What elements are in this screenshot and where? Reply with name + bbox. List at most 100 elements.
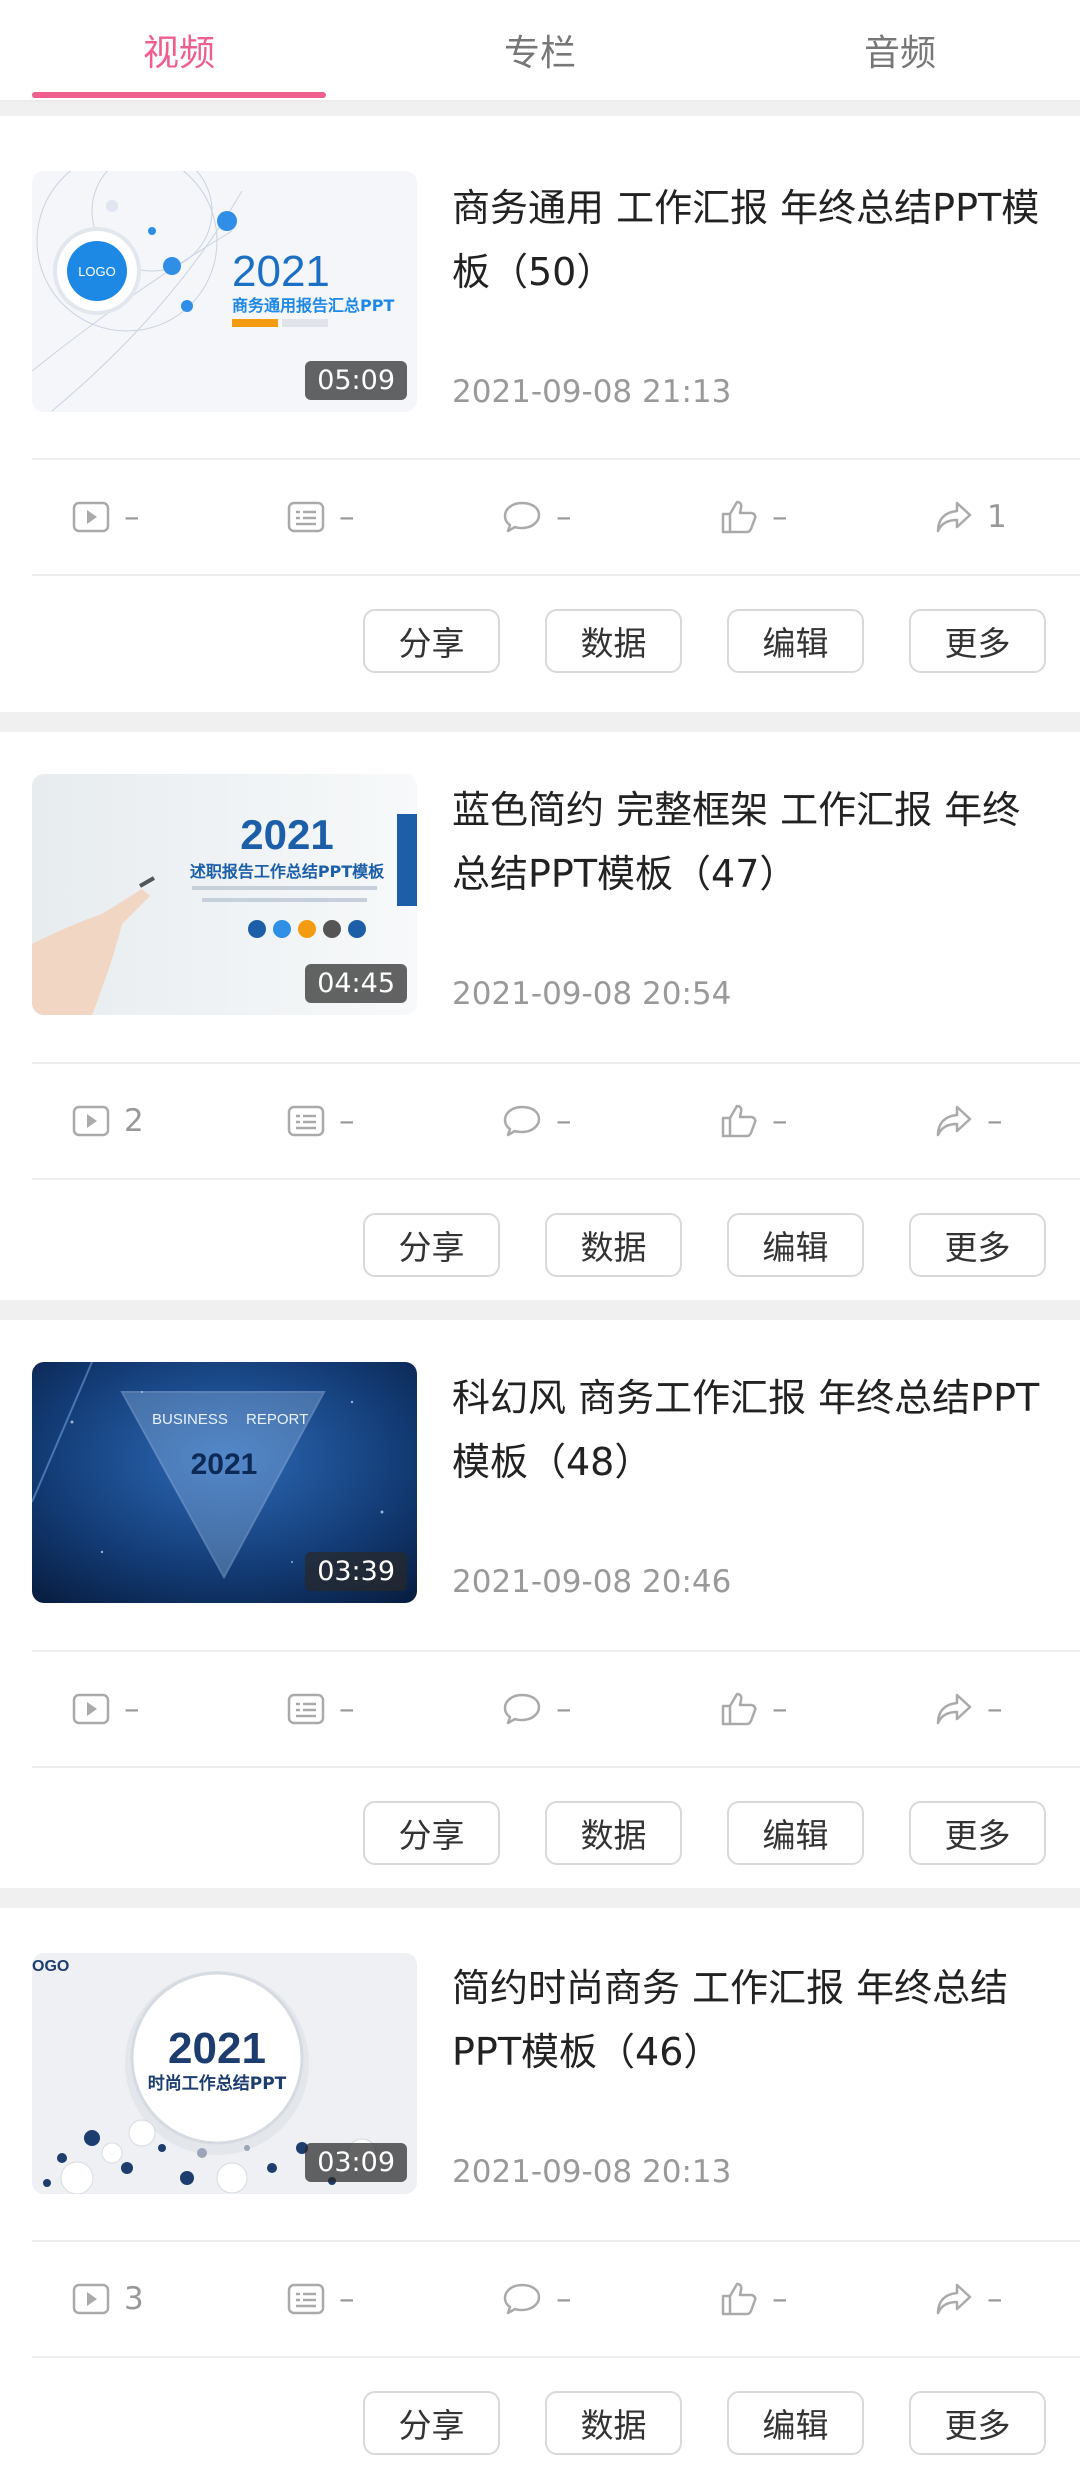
danmaku-icon bbox=[287, 1693, 325, 1725]
video-duration: 04:45 bbox=[305, 964, 407, 1003]
data-button[interactable]: 数据 bbox=[545, 1801, 682, 1865]
action-buttons: 分享 数据 编辑 更多 bbox=[0, 1768, 1080, 1898]
thumb-year-text: 2021 bbox=[191, 1448, 258, 1481]
video-title[interactable]: 简约时尚商务 工作汇报 年终总结PPT模板（46） bbox=[452, 1956, 1052, 2084]
play-icon bbox=[72, 501, 110, 533]
more-button[interactable]: 更多 bbox=[909, 1801, 1046, 1865]
likes-count: – bbox=[772, 1103, 788, 1139]
comment-icon bbox=[502, 1692, 542, 1726]
more-button[interactable]: 更多 bbox=[909, 1213, 1046, 1277]
plays-stat: – bbox=[72, 460, 140, 574]
likes-stat: – bbox=[720, 1652, 788, 1766]
more-button[interactable]: 更多 bbox=[909, 609, 1046, 673]
video-stats: 3 – – – – bbox=[32, 2242, 1080, 2356]
active-tab-indicator bbox=[32, 92, 326, 98]
play-icon bbox=[72, 1105, 110, 1137]
action-buttons: 分享 数据 编辑 更多 bbox=[0, 1180, 1080, 1310]
section-separator bbox=[0, 102, 1080, 116]
thumb-logo-text: LOGO bbox=[78, 264, 116, 279]
danmaku-icon bbox=[287, 501, 325, 533]
shares-stat: – bbox=[935, 1064, 1003, 1178]
tab-audio[interactable]: 音频 bbox=[753, 0, 1047, 100]
edit-button[interactable]: 编辑 bbox=[727, 1213, 864, 1277]
share-icon bbox=[935, 1692, 973, 1726]
danmaku-stat: – bbox=[287, 1652, 355, 1766]
share-button[interactable]: 分享 bbox=[363, 1213, 500, 1277]
thumb-subtitle-text: 述职报告工作总结PPT模板 bbox=[190, 862, 385, 881]
share-icon bbox=[935, 500, 973, 534]
comments-count: – bbox=[556, 499, 572, 535]
video-card: BUSINESS REPORT 2021 03:39 科幻风 商务工作汇报 年终… bbox=[0, 1320, 1080, 1880]
thumb-year-text: 2021 bbox=[232, 247, 330, 296]
video-duration: 03:09 bbox=[305, 2143, 407, 2182]
action-buttons: 分享 数据 编辑 更多 bbox=[0, 2358, 1080, 2488]
video-card: OGO 2021 时尚工作总结PPT 03:09 简约时尚商务 工作汇报 年终总… bbox=[0, 1908, 1080, 2471]
share-button[interactable]: 分享 bbox=[363, 2391, 500, 2455]
video-card: LOGO 2021 商务通用报告汇总PPT 05:09 商务通用 工作汇报 年终… bbox=[0, 116, 1080, 694]
danmaku-stat: – bbox=[287, 1064, 355, 1178]
plays-count: 2 bbox=[124, 1103, 144, 1139]
shares-count: 1 bbox=[987, 499, 1007, 535]
plays-count: – bbox=[124, 499, 140, 535]
comments-stat: – bbox=[502, 1652, 572, 1766]
video-stats: – – – – 1 bbox=[32, 460, 1080, 574]
play-icon bbox=[72, 1693, 110, 1725]
data-button[interactable]: 数据 bbox=[545, 1213, 682, 1277]
video-card: 2021 述职报告工作总结PPT模板 04:45 蓝色简约 完整框架 工作汇报 … bbox=[0, 732, 1080, 1292]
video-date: 2021-09-08 20:46 bbox=[452, 1564, 732, 1600]
section-separator bbox=[0, 1888, 1080, 1908]
more-button[interactable]: 更多 bbox=[909, 2391, 1046, 2455]
share-icon bbox=[935, 2282, 973, 2316]
tab-column[interactable]: 专栏 bbox=[393, 0, 687, 100]
danmaku-icon bbox=[287, 1105, 325, 1137]
thumbs-up-icon bbox=[720, 2281, 758, 2317]
play-icon bbox=[72, 2283, 110, 2315]
tab-video[interactable]: 视频 bbox=[32, 0, 326, 100]
video-thumbnail[interactable]: BUSINESS REPORT 2021 03:39 bbox=[32, 1362, 417, 1603]
data-button[interactable]: 数据 bbox=[545, 2391, 682, 2455]
video-duration: 03:39 bbox=[305, 1552, 407, 1591]
thumb-logo-text: OGO bbox=[32, 1958, 69, 1975]
shares-count: – bbox=[987, 1691, 1003, 1727]
section-separator bbox=[0, 712, 1080, 732]
action-buttons: 分享 数据 编辑 更多 bbox=[0, 576, 1080, 706]
data-button[interactable]: 数据 bbox=[545, 609, 682, 673]
likes-stat: – bbox=[720, 2242, 788, 2356]
likes-stat: – bbox=[720, 460, 788, 574]
danmaku-icon bbox=[287, 2283, 325, 2315]
share-button[interactable]: 分享 bbox=[363, 609, 500, 673]
comment-icon bbox=[502, 500, 542, 534]
video-date: 2021-09-08 20:54 bbox=[452, 976, 732, 1012]
thumb-subtitle-text: 商务通用报告汇总PPT bbox=[232, 296, 394, 315]
shares-count: – bbox=[987, 1103, 1003, 1139]
edit-button[interactable]: 编辑 bbox=[727, 1801, 864, 1865]
video-title[interactable]: 蓝色简约 完整框架 工作汇报 年终总结PPT模板（47） bbox=[452, 778, 1052, 906]
top-tab-bar: 视频 专栏 音频 bbox=[0, 0, 1080, 102]
plays-count: – bbox=[124, 1691, 140, 1727]
thumbs-up-icon bbox=[720, 1103, 758, 1139]
comments-stat: – bbox=[502, 1064, 572, 1178]
video-stats: – – – – – bbox=[32, 1652, 1080, 1766]
shares-count: – bbox=[987, 2281, 1003, 2317]
video-thumbnail[interactable]: 2021 述职报告工作总结PPT模板 04:45 bbox=[32, 774, 417, 1015]
comment-icon bbox=[502, 2282, 542, 2316]
edit-button[interactable]: 编辑 bbox=[727, 609, 864, 673]
video-title[interactable]: 商务通用 工作汇报 年终总结PPT模板（50） bbox=[452, 176, 1052, 304]
shares-stat: – bbox=[935, 1652, 1003, 1766]
thumb-left-text: BUSINESS bbox=[152, 1411, 228, 1428]
danmaku-count: – bbox=[339, 1103, 355, 1139]
share-button[interactable]: 分享 bbox=[363, 1801, 500, 1865]
comments-count: – bbox=[556, 2281, 572, 2317]
video-thumbnail[interactable]: OGO 2021 时尚工作总结PPT 03:09 bbox=[32, 1953, 417, 2194]
thumb-subtitle-text: 时尚工作总结PPT bbox=[148, 2073, 287, 2094]
likes-stat: – bbox=[720, 1064, 788, 1178]
thumb-right-text: REPORT bbox=[246, 1411, 308, 1428]
video-date: 2021-09-08 20:13 bbox=[452, 2154, 732, 2190]
plays-stat: 2 bbox=[72, 1064, 144, 1178]
video-thumbnail[interactable]: LOGO 2021 商务通用报告汇总PPT 05:09 bbox=[32, 171, 417, 412]
thumbs-up-icon bbox=[720, 499, 758, 535]
share-icon bbox=[935, 1104, 973, 1138]
edit-button[interactable]: 编辑 bbox=[727, 2391, 864, 2455]
section-separator bbox=[0, 1300, 1080, 1320]
video-title[interactable]: 科幻风 商务工作汇报 年终总结PPT模板（48） bbox=[452, 1366, 1052, 1494]
